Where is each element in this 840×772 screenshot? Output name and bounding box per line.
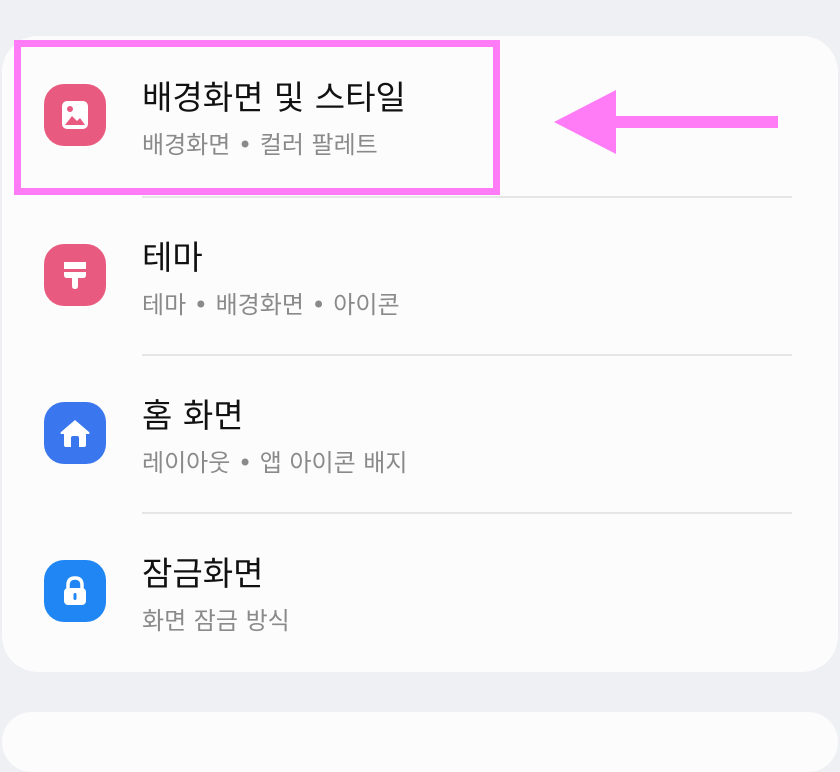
settings-item-themes[interactable]: 테마 테마 • 배경화면 • 아이콘 <box>2 196 838 354</box>
item-subtitle: 화면 잠금 방식 <box>142 607 290 635</box>
wallpaper-icon <box>44 84 106 146</box>
settings-item-home-screen[interactable]: 홈 화면 레이아웃 • 앱 아이콘 배지 <box>2 354 838 512</box>
item-subtitle: 배경화면 • 컬러 팔레트 <box>142 131 378 159</box>
lock-icon <box>44 560 106 622</box>
item-subtitle: 레이아웃 • 앱 아이콘 배지 <box>142 449 408 477</box>
arrow-left-icon <box>554 90 778 154</box>
item-title: 배경화면 및 스타일 <box>142 78 406 117</box>
next-settings-card <box>2 712 838 772</box>
item-title: 홈 화면 <box>142 396 244 435</box>
item-subtitle: 테마 • 배경화면 • 아이콘 <box>142 291 400 319</box>
home-icon <box>44 402 106 464</box>
settings-item-lock-screen[interactable]: 잠금화면 화면 잠금 방식 <box>2 512 838 670</box>
item-title: 테마 <box>142 238 203 277</box>
item-title: 잠금화면 <box>142 554 264 593</box>
theme-brush-icon <box>44 244 106 306</box>
